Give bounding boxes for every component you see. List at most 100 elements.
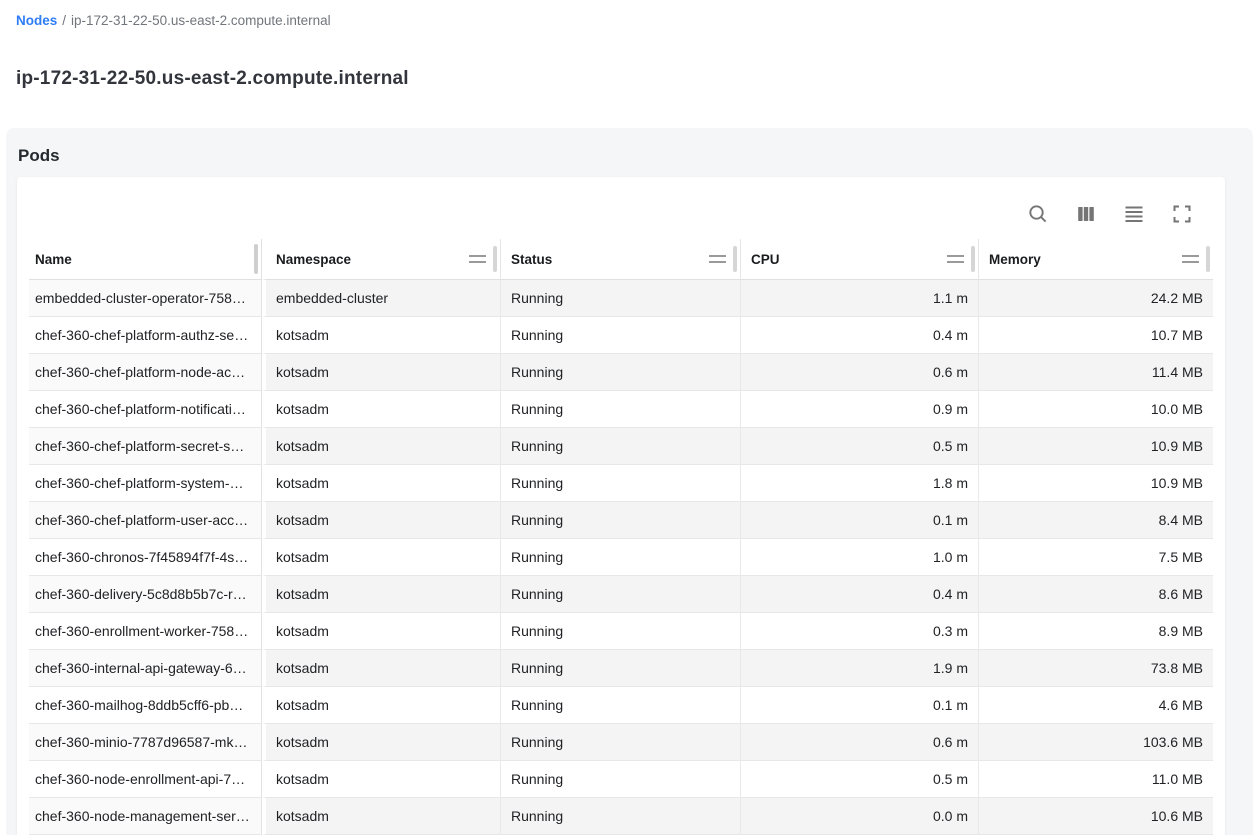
search-button[interactable] xyxy=(1021,197,1055,231)
table-row[interactable]: chef-360-chef-platform-secret-s…kotsadmR… xyxy=(29,428,1213,465)
cell-cpu: 1.1 m xyxy=(740,280,978,317)
column-header-cpu[interactable]: CPU xyxy=(740,239,978,280)
table-row[interactable]: chef-360-chronos-7f45894f7f-4s…kotsadmRu… xyxy=(29,539,1213,576)
cell-cpu: 0.0 m xyxy=(740,798,978,835)
table-row[interactable]: chef-360-delivery-5c8d8b5b7c-r…kotsadmRu… xyxy=(29,576,1213,613)
cell-status: Running xyxy=(500,502,740,539)
cell-memory: 103.6 MB xyxy=(978,724,1213,761)
toggle-density-button[interactable] xyxy=(1117,197,1151,231)
table-row[interactable]: chef-360-minio-7787d96587-mk…kotsadmRunn… xyxy=(29,724,1213,761)
cell-memory: 10.9 MB xyxy=(978,428,1213,465)
cell-status: Running xyxy=(500,428,740,465)
table-row[interactable]: chef-360-chef-platform-notificati…kotsad… xyxy=(29,391,1213,428)
column-resize-handle[interactable] xyxy=(1206,246,1210,272)
show-hide-columns-button[interactable] xyxy=(1069,197,1103,231)
cell-namespace: kotsadm xyxy=(262,317,500,354)
cell-memory: 10.7 MB xyxy=(978,317,1213,354)
cell-status: Running xyxy=(500,798,740,835)
cell-memory: 11.4 MB xyxy=(978,354,1213,391)
pods-table-panel: Name Namespace Status xyxy=(17,177,1225,835)
cell-memory: 11.0 MB xyxy=(978,761,1213,798)
cell-name: chef-360-chef-platform-user-acc… xyxy=(29,502,262,539)
table-row[interactable]: chef-360-chef-platform-system-…kotsadmRu… xyxy=(29,465,1213,502)
search-icon xyxy=(1027,203,1049,225)
column-label: CPU xyxy=(751,252,780,267)
cell-name: embedded-cluster-operator-758… xyxy=(29,280,262,317)
column-resize-handle[interactable] xyxy=(733,246,737,272)
cell-cpu: 0.9 m xyxy=(740,391,978,428)
cell-cpu: 0.1 m xyxy=(740,502,978,539)
column-drag-handle-icon[interactable] xyxy=(469,255,486,263)
table-row[interactable]: chef-360-enrollment-worker-758…kotsadmRu… xyxy=(29,613,1213,650)
cell-name: chef-360-node-enrollment-api-7… xyxy=(29,761,262,798)
cell-name: chef-360-chef-platform-node-ac… xyxy=(29,354,262,391)
cell-memory: 10.0 MB xyxy=(978,391,1213,428)
cell-memory: 10.9 MB xyxy=(978,465,1213,502)
column-header-status[interactable]: Status xyxy=(500,239,740,280)
column-drag-handle-icon[interactable] xyxy=(947,255,964,263)
breadcrumb-link-nodes[interactable]: Nodes xyxy=(16,13,57,28)
table-row[interactable]: chef-360-internal-api-gateway-6…kotsadmR… xyxy=(29,650,1213,687)
cell-memory: 8.6 MB xyxy=(978,576,1213,613)
column-header-namespace[interactable]: Namespace xyxy=(262,239,500,280)
table-row[interactable]: chef-360-chef-platform-user-acc…kotsadmR… xyxy=(29,502,1213,539)
toggle-fullscreen-button[interactable] xyxy=(1165,197,1199,231)
cell-status: Running xyxy=(500,761,740,798)
column-resize-handle[interactable] xyxy=(971,246,975,272)
density-icon xyxy=(1123,203,1145,225)
cell-status: Running xyxy=(500,576,740,613)
column-resize-handle[interactable] xyxy=(493,246,497,272)
cell-name: chef-360-delivery-5c8d8b5b7c-r… xyxy=(29,576,262,613)
cell-cpu: 0.6 m xyxy=(740,354,978,391)
cell-cpu: 0.3 m xyxy=(740,613,978,650)
table-row[interactable]: chef-360-node-enrollment-api-7…kotsadmRu… xyxy=(29,761,1213,798)
cell-namespace: kotsadm xyxy=(262,502,500,539)
cell-cpu: 1.8 m xyxy=(740,465,978,502)
table-row[interactable]: chef-360-chef-platform-node-ac…kotsadmRu… xyxy=(29,354,1213,391)
pods-card: Pods xyxy=(6,128,1253,835)
table-row[interactable]: chef-360-mailhog-8ddb5cff6-pb…kotsadmRun… xyxy=(29,687,1213,724)
cell-namespace: kotsadm xyxy=(262,798,500,835)
cell-memory: 10.6 MB xyxy=(978,798,1213,835)
cell-status: Running xyxy=(500,650,740,687)
cell-status: Running xyxy=(500,354,740,391)
column-resize-handle[interactable] xyxy=(254,244,258,274)
cell-status: Running xyxy=(500,317,740,354)
table-header-row: Name Namespace Status xyxy=(29,239,1213,280)
cell-name: chef-360-minio-7787d96587-mk… xyxy=(29,724,262,761)
cell-memory: 73.8 MB xyxy=(978,650,1213,687)
cell-namespace: kotsadm xyxy=(262,613,500,650)
cell-namespace: kotsadm xyxy=(262,650,500,687)
cell-name: chef-360-chef-platform-authz-se… xyxy=(29,317,262,354)
cell-namespace: kotsadm xyxy=(262,539,500,576)
cell-namespace: kotsadm xyxy=(262,428,500,465)
cell-cpu: 0.5 m xyxy=(740,428,978,465)
cell-name: chef-360-internal-api-gateway-6… xyxy=(29,650,262,687)
column-drag-handle-icon[interactable] xyxy=(709,255,726,263)
cell-memory: 4.6 MB xyxy=(978,687,1213,724)
column-header-memory[interactable]: Memory xyxy=(978,239,1213,280)
cell-name: chef-360-mailhog-8ddb5cff6-pb… xyxy=(29,687,262,724)
pods-table: Name Namespace Status xyxy=(29,239,1213,835)
cell-namespace: embedded-cluster xyxy=(262,280,500,317)
column-drag-handle-icon[interactable] xyxy=(1182,255,1199,263)
column-header-name[interactable]: Name xyxy=(29,239,262,280)
pods-table-body: embedded-cluster-operator-758…embedded-c… xyxy=(29,280,1213,835)
cell-status: Running xyxy=(500,539,740,576)
cell-name: chef-360-chef-platform-secret-s… xyxy=(29,428,262,465)
cell-cpu: 1.9 m xyxy=(740,650,978,687)
column-label: Namespace xyxy=(276,252,351,267)
cell-namespace: kotsadm xyxy=(262,724,500,761)
table-row[interactable]: embedded-cluster-operator-758…embedded-c… xyxy=(29,280,1213,317)
cell-namespace: kotsadm xyxy=(262,465,500,502)
cell-memory: 8.4 MB xyxy=(978,502,1213,539)
breadcrumb-separator: / xyxy=(62,13,66,28)
table-row[interactable]: chef-360-chef-platform-authz-se…kotsadmR… xyxy=(29,317,1213,354)
table-row[interactable]: chef-360-node-management-ser…kotsadmRunn… xyxy=(29,798,1213,835)
cell-memory: 8.9 MB xyxy=(978,613,1213,650)
cell-cpu: 0.1 m xyxy=(740,687,978,724)
cell-status: Running xyxy=(500,613,740,650)
cell-name: chef-360-chef-platform-system-… xyxy=(29,465,262,502)
column-label: Memory xyxy=(989,252,1041,267)
fullscreen-icon xyxy=(1171,203,1193,225)
